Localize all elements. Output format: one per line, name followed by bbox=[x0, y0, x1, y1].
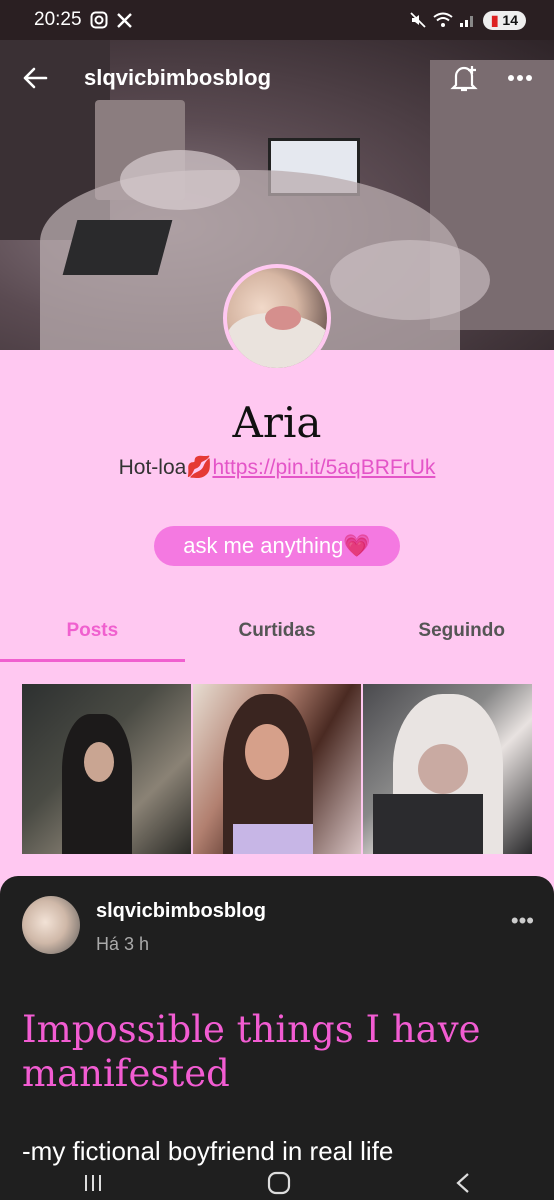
status-time: 20:25 bbox=[34, 9, 82, 30]
description-text: Hot-loa💋 bbox=[118, 456, 213, 479]
post-thumbnail[interactable] bbox=[192, 684, 362, 854]
top-bar: slqvicbimbosblog bbox=[0, 40, 554, 116]
post-avatar[interactable] bbox=[22, 896, 80, 954]
system-nav-bar bbox=[0, 1166, 554, 1200]
recents-icon[interactable] bbox=[82, 1173, 104, 1193]
posts-grid bbox=[22, 684, 533, 854]
ask-me-anything-button[interactable]: ask me anything💗 bbox=[154, 526, 400, 566]
mute-icon bbox=[409, 11, 427, 29]
signal-icon bbox=[459, 12, 477, 28]
post-username[interactable]: slqvicbimbosblog bbox=[96, 900, 266, 923]
profile-tabs: Posts Curtidas Seguindo bbox=[0, 610, 554, 662]
post-thumbnail[interactable] bbox=[363, 684, 533, 854]
battery-indicator: ▮ 14 bbox=[482, 10, 526, 30]
post-body: -my fictional boyfriend in real life bbox=[22, 1136, 394, 1166]
post-card: slqvicbimbosblog Há 3 h ••• Impossible t… bbox=[0, 876, 554, 1200]
tab-seguindo[interactable]: Seguindo bbox=[369, 610, 554, 662]
profile-name: Aria bbox=[232, 398, 322, 447]
blog-title: slqvicbimbosblog bbox=[84, 65, 272, 90]
post-thumbnail[interactable] bbox=[22, 684, 191, 854]
status-bar: 20:25 ▮ 14 bbox=[0, 0, 554, 40]
description-link[interactable]: https://pin.it/5aqBRFrUk bbox=[212, 456, 435, 479]
profile-avatar[interactable] bbox=[223, 264, 331, 372]
profile-description: Hot-loa💋https://pin.it/5aqBRFrUk bbox=[0, 456, 554, 480]
more-options-icon[interactable] bbox=[508, 74, 532, 82]
x-icon bbox=[116, 12, 133, 29]
instagram-icon bbox=[90, 11, 108, 29]
back-arrow-icon[interactable] bbox=[22, 66, 48, 90]
post-more-icon[interactable]: ••• bbox=[511, 908, 534, 934]
wifi-icon bbox=[433, 12, 453, 28]
back-icon[interactable] bbox=[454, 1172, 472, 1194]
bell-plus-icon[interactable] bbox=[450, 63, 478, 93]
post-timestamp: Há 3 h bbox=[96, 934, 150, 954]
tab-curtidas[interactable]: Curtidas bbox=[185, 610, 370, 662]
home-icon[interactable] bbox=[267, 1171, 291, 1195]
tab-posts[interactable]: Posts bbox=[0, 610, 185, 662]
post-title: Impossible things I have manifested bbox=[22, 1008, 481, 1095]
